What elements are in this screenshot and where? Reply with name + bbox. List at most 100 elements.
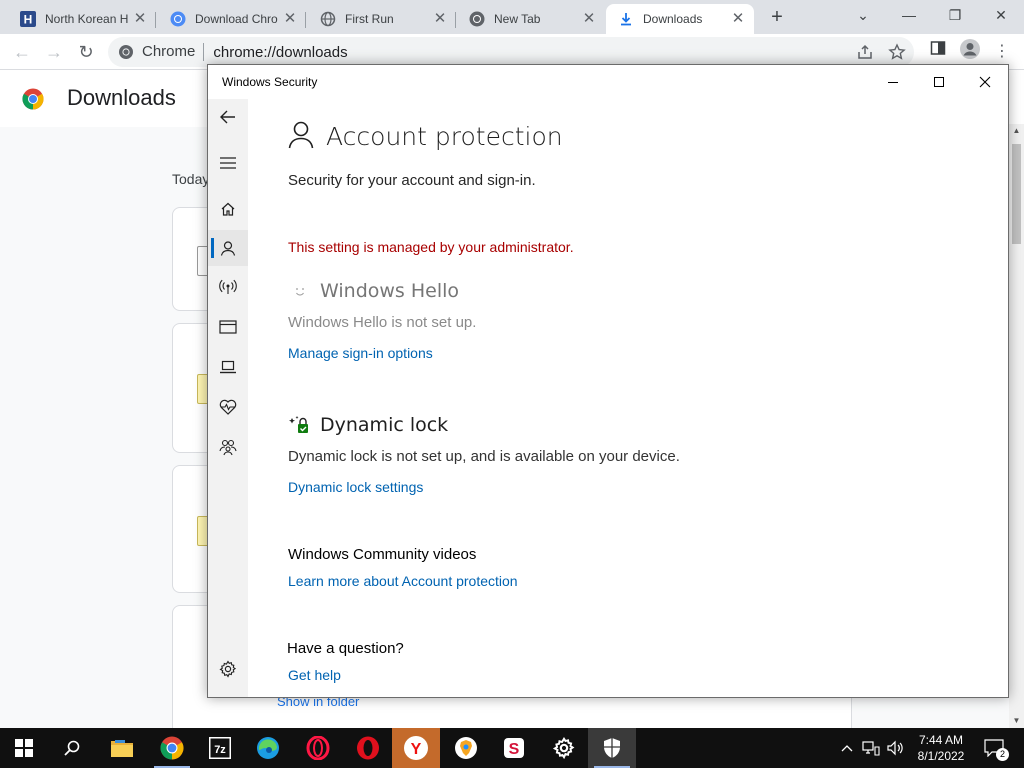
hamburger-menu-icon[interactable] <box>208 145 248 181</box>
close-window-button[interactable]: ✕ <box>978 0 1024 30</box>
person-icon <box>288 121 314 152</box>
windows-hello-title-row: Windows Hello <box>288 279 459 303</box>
device-health-icon[interactable] <box>208 389 248 425</box>
account-protection-icon[interactable] <box>208 230 248 266</box>
dynamic-lock-title: Dynamic lock <box>320 414 449 436</box>
tab-search-icon[interactable]: ⌄ <box>840 0 886 30</box>
reload-button[interactable]: ↻ <box>72 38 100 66</box>
tab-download-chrome[interactable]: Download Chro ✕ <box>158 4 306 34</box>
get-help-link[interactable]: Get help <box>288 667 341 683</box>
chrome-icon <box>170 11 186 27</box>
tab-title: North Korean H <box>45 12 129 26</box>
have-a-question-heading: Have a question? <box>287 640 404 657</box>
show-hidden-icons-chevron-icon[interactable] <box>836 728 858 768</box>
clock-date: 8/1/2022 <box>917 749 965 763</box>
settings-gear-icon[interactable] <box>208 651 248 687</box>
volume-icon[interactable] <box>884 728 906 768</box>
app-s-icon[interactable]: S <box>490 728 538 768</box>
notification-count-badge: 2 <box>996 748 1009 761</box>
community-videos-heading: Windows Community videos <box>288 546 477 563</box>
family-options-icon[interactable] <box>208 429 248 465</box>
tab-north-korean[interactable]: H North Korean H ✕ <box>8 4 156 34</box>
site-chip: Chrome <box>142 43 205 61</box>
tab-title: First Run <box>345 12 394 26</box>
profile-avatar-icon[interactable] <box>956 38 984 66</box>
taskbar: 7z Y S 7:44 AM 8/1/2022 2 <box>0 728 1024 768</box>
7zip-icon[interactable]: 7z <box>196 728 244 768</box>
close-tab-icon[interactable]: ✕ <box>282 11 298 27</box>
share-icon[interactable] <box>856 43 874 65</box>
forward-button[interactable]: → <box>40 38 68 66</box>
network-icon[interactable] <box>860 728 882 768</box>
close-tab-icon[interactable]: ✕ <box>432 11 448 27</box>
page-scrollbar[interactable]: ▲ ▼ <box>1009 124 1024 728</box>
tab-first-run[interactable]: First Run ✕ <box>308 4 456 34</box>
page-subtitle: Security for your account and sign-in. <box>288 172 536 189</box>
windows-security-taskbar-icon[interactable] <box>588 728 636 768</box>
restore-button[interactable]: ❐ <box>932 0 978 30</box>
chrome-logo-icon <box>22 88 44 110</box>
yandex-icon[interactable]: Y <box>392 728 440 768</box>
security-sidebar <box>208 99 248 697</box>
address-bar[interactable]: Chrome chrome://downloads <box>108 37 914 67</box>
close-button[interactable] <box>962 65 1008 99</box>
url-text[interactable]: chrome://downloads <box>213 44 347 61</box>
window-titlebar[interactable]: Windows Security <box>208 65 1008 99</box>
close-tab-icon[interactable]: ✕ <box>730 11 746 27</box>
firewall-network-icon[interactable] <box>208 269 248 305</box>
window-title: Windows Security <box>222 75 318 89</box>
search-icon[interactable] <box>48 728 96 768</box>
notification-center-icon[interactable]: 2 <box>980 728 1009 768</box>
device-security-icon[interactable] <box>208 349 248 385</box>
dynamic-lock-icon <box>288 413 312 437</box>
download-icon <box>618 11 634 27</box>
minimize-button[interactable]: — <box>886 0 932 30</box>
admin-notice: This setting is managed by your administ… <box>288 239 574 255</box>
globe-icon <box>320 11 336 27</box>
maximize-button[interactable] <box>916 65 962 99</box>
svg-text:7z: 7z <box>214 744 226 756</box>
scroll-down-icon[interactable]: ▼ <box>1009 714 1024 728</box>
home-icon[interactable] <box>208 191 248 227</box>
scroll-thumb[interactable] <box>1012 144 1021 244</box>
opera-gx-icon[interactable] <box>294 728 342 768</box>
tab-downloads[interactable]: Downloads ✕ <box>606 4 754 34</box>
tab-strip: H North Korean H ✕ Download Chro ✕ First… <box>0 0 1024 34</box>
opera-icon[interactable] <box>344 728 392 768</box>
dynamic-lock-settings-link[interactable]: Dynamic lock settings <box>288 479 423 495</box>
edge-icon[interactable] <box>244 728 292 768</box>
back-button[interactable]: ← <box>8 38 36 66</box>
brave-icon[interactable] <box>442 728 490 768</box>
windows-hello-face-icon <box>288 279 312 303</box>
svg-text:H: H <box>24 13 33 27</box>
menu-kebab-icon[interactable]: ⋮ <box>988 38 1016 66</box>
start-button[interactable] <box>0 728 48 768</box>
chrome-taskbar-icon[interactable] <box>148 728 196 768</box>
svg-text:Y: Y <box>411 741 422 758</box>
h-letter-icon: H <box>20 11 36 27</box>
file-explorer-icon[interactable] <box>98 728 146 768</box>
taskbar-clock[interactable]: 7:44 AM 8/1/2022 <box>906 732 976 764</box>
settings-icon[interactable] <box>540 728 588 768</box>
tab-new-tab[interactable]: New Tab ✕ <box>457 4 605 34</box>
svg-text:S: S <box>509 741 520 758</box>
clock-time: 7:44 AM <box>918 733 964 747</box>
learn-more-link[interactable]: Learn more about Account protection <box>288 573 518 589</box>
new-tab-button[interactable]: + <box>766 6 788 28</box>
page-title: Account protection <box>326 122 563 151</box>
scroll-up-icon[interactable]: ▲ <box>1009 124 1024 138</box>
manage-sign-in-options-link[interactable]: Manage sign-in options <box>288 345 433 361</box>
chrome-icon <box>469 11 485 27</box>
dynamic-lock-title-row: Dynamic lock <box>288 413 448 437</box>
minimize-button[interactable] <box>870 65 916 99</box>
app-browser-control-icon[interactable] <box>208 309 248 345</box>
date-group-label: Today <box>172 171 210 187</box>
dynamic-lock-status: Dynamic lock is not set up, and is avail… <box>288 448 680 465</box>
bookmark-star-icon[interactable] <box>888 43 906 65</box>
chrome-icon <box>118 44 134 60</box>
back-arrow-icon[interactable] <box>208 99 248 135</box>
downloads-title: Downloads <box>67 85 176 110</box>
close-tab-icon[interactable]: ✕ <box>581 11 597 27</box>
side-panel-icon[interactable] <box>924 38 952 66</box>
close-tab-icon[interactable]: ✕ <box>132 11 148 27</box>
